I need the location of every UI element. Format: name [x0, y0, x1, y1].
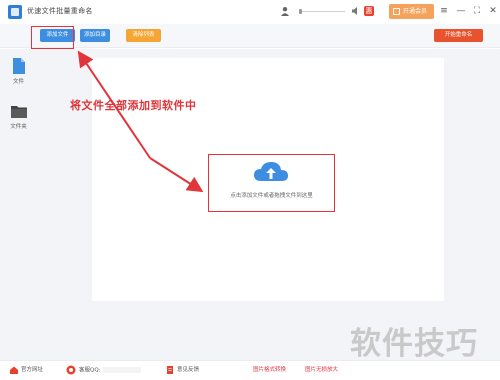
cloud-upload-icon	[254, 162, 288, 181]
app-logo-icon	[8, 5, 22, 19]
footer-lossless-enlarge-link[interactable]: 图片无损放大	[305, 365, 338, 375]
sidebar	[0, 49, 40, 360]
sidebar-item-label: 文件	[12, 79, 24, 85]
user-icon[interactable]	[280, 6, 290, 16]
minimize-icon[interactable]: —	[455, 5, 467, 17]
footer-qq-link[interactable]: 客服QQ:	[66, 365, 141, 376]
user-slider[interactable]	[299, 9, 345, 14]
clear-list-button[interactable]: 清除列表	[126, 29, 161, 42]
sidebar-item-label: 文件夹	[10, 124, 27, 130]
qq-number-redacted	[102, 367, 141, 373]
footer-feedback-link[interactable]: 意见反馈	[166, 365, 199, 375]
annotation-callout: 将文件全部添加到软件中	[70, 99, 197, 112]
toolbar: 添加文件 添加目录 清除列表 开始重命名	[0, 24, 500, 48]
sidebar-item-file[interactable]: 文件	[0, 58, 40, 94]
footer-website-link[interactable]: 官方网址	[10, 365, 43, 375]
sidebar-item-folder[interactable]: 文件夹	[0, 103, 40, 139]
app-title: 优速文件批量重命名	[27, 7, 93, 15]
title-bar: 优速文件批量重命名 惠 开通会员 ≡ — ⛶ ✕	[0, 0, 500, 24]
start-rename-button[interactable]: 开始重命名	[434, 29, 483, 42]
watermark: 软件技巧	[350, 326, 478, 362]
add-folder-button[interactable]: 添加目录	[80, 29, 110, 42]
maximize-icon[interactable]: ⛶	[471, 5, 483, 17]
promo-badge[interactable]: 惠	[364, 6, 374, 16]
feedback-icon	[167, 365, 173, 374]
footer: 官方网址 客服QQ: 意见反馈 图片格式转换 图片无损放大	[0, 360, 500, 380]
file-icon	[13, 58, 25, 74]
drop-hint-text: 点击添加文件或者拖拽文件到这里	[230, 193, 313, 199]
qq-icon	[66, 365, 76, 375]
footer-feedback-label: 意见反馈	[177, 367, 200, 373]
vip-button[interactable]: 开通会员	[389, 4, 434, 19]
menu-icon[interactable]: ≡	[438, 5, 450, 17]
footer-qq-label: 客服QQ:	[79, 367, 101, 374]
vip-button-label: 开通会员	[403, 8, 428, 15]
speaker-icon[interactable]	[351, 6, 361, 16]
add-file-highlight-box	[31, 26, 74, 49]
drop-zone[interactable]: 点击添加文件或者拖拽文件到这里	[208, 154, 335, 212]
footer-format-convert-link[interactable]: 图片格式转换	[253, 365, 286, 375]
footer-website-label: 官方网址	[21, 367, 44, 373]
folder-icon	[11, 106, 27, 118]
close-icon[interactable]: ✕	[487, 5, 499, 17]
home-icon	[10, 366, 18, 374]
vip-icon	[393, 8, 400, 15]
